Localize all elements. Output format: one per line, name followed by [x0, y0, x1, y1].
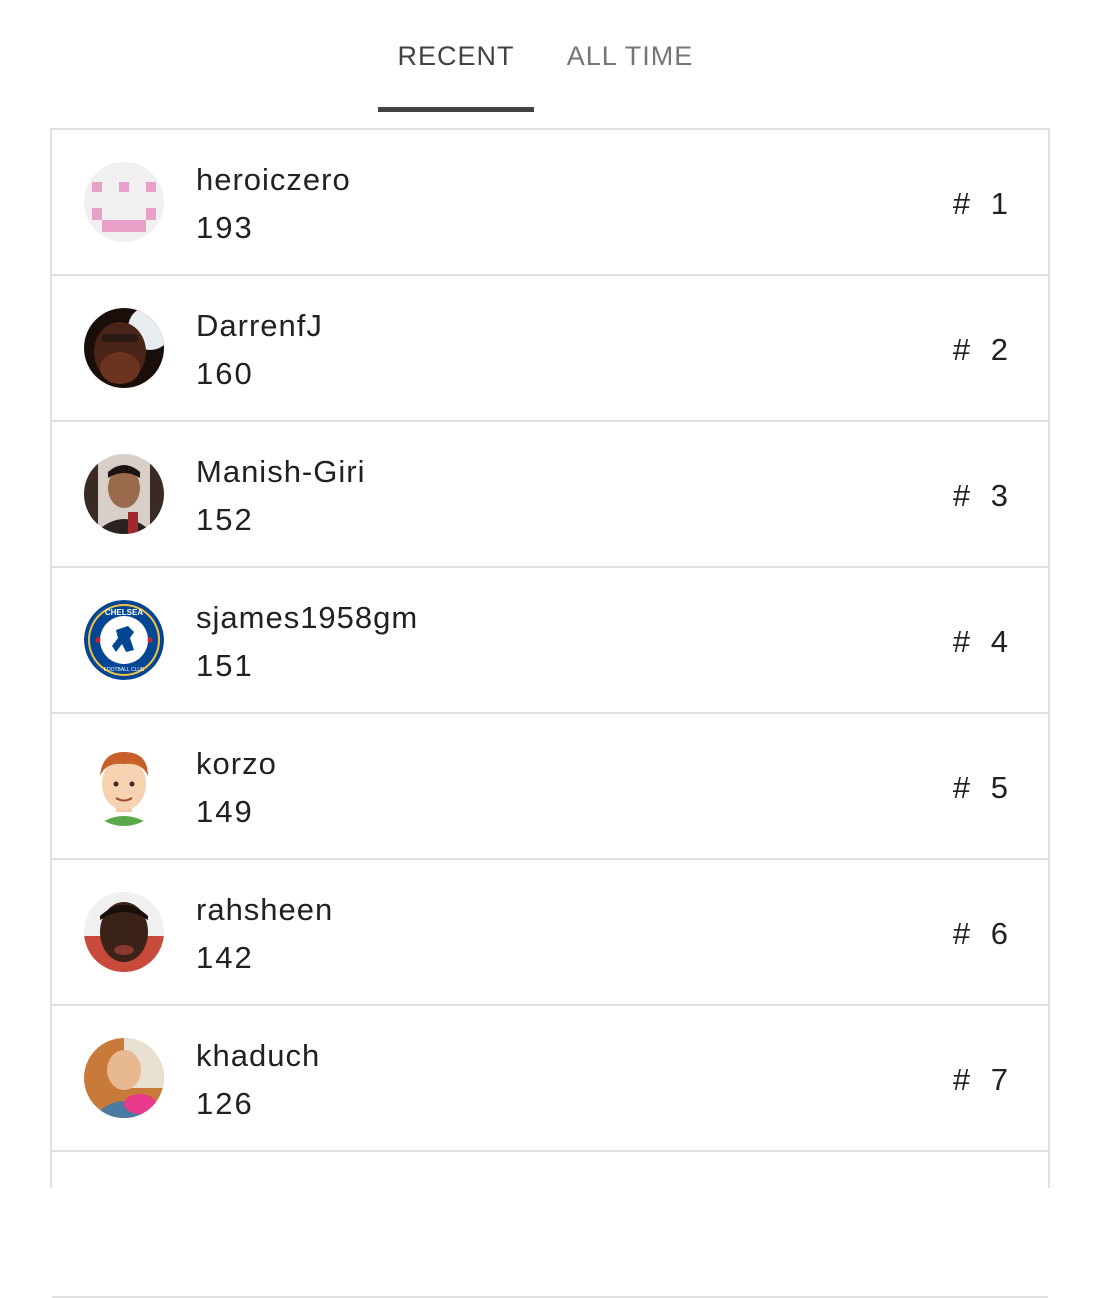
chelsea-crest-logo: CHELSEA [105, 608, 143, 617]
avatar [84, 454, 164, 534]
username: sjames1958gm [196, 600, 419, 635]
username: Manish-Giri [196, 454, 366, 489]
tab-bar: RECENT ALL TIME [0, 0, 1098, 112]
rank: # 6 [952, 916, 1014, 951]
rank: # 7 [952, 1062, 1014, 1097]
leaderboard-row[interactable]: khaduch 126 # 7 [52, 1006, 1048, 1152]
leaderboard-row[interactable]: heroiczero 193 # 1 [52, 130, 1048, 276]
score: 149 [196, 794, 254, 829]
avatar [84, 308, 164, 388]
username: korzo [196, 746, 277, 781]
avatar [84, 1038, 164, 1118]
leaderboard-row[interactable]: Manish-Giri 152 # 3 [52, 422, 1048, 568]
svg-text:FOOTBALL CLUB: FOOTBALL CLUB [104, 667, 145, 673]
rank: # 5 [952, 770, 1014, 805]
avatar [84, 746, 164, 826]
score: 160 [196, 356, 254, 391]
avatar [84, 892, 164, 972]
score: 151 [196, 648, 254, 683]
rank: # 2 [952, 332, 1014, 367]
leaderboard-list: heroiczero 193 # 1 DarrenfJ 160 # 2 Mani… [50, 128, 1050, 1298]
rank: # 1 [952, 186, 1014, 221]
username: rahsheen [196, 892, 334, 927]
tab-recent[interactable]: RECENT [378, 0, 534, 112]
score: 193 [196, 210, 254, 245]
username: DarrenfJ [196, 308, 323, 343]
username: khaduch [196, 1038, 321, 1073]
rank: # 4 [952, 624, 1014, 659]
leaderboard-row[interactable]: korzo 149 # 5 [52, 714, 1048, 860]
score: 126 [196, 1086, 254, 1121]
leaderboard-row[interactable]: DarrenfJ 160 # 2 [52, 276, 1048, 422]
leaderboard-row[interactable]: CHELSEA FOOTBALL CLUB sjames1958gm 151 #… [52, 568, 1048, 714]
leaderboard-row[interactable]: rahsheen 142 # 6 [52, 860, 1048, 1006]
score: 142 [196, 940, 254, 975]
score: 152 [196, 502, 254, 537]
active-tab-indicator [378, 107, 534, 112]
leaderboard-row[interactable] [52, 1152, 1048, 1298]
rank: # 3 [952, 478, 1014, 513]
tab-all-time[interactable]: ALL TIME [550, 0, 710, 112]
avatar [84, 162, 164, 242]
avatar: CHELSEA FOOTBALL CLUB [84, 600, 164, 680]
username: heroiczero [196, 162, 351, 197]
